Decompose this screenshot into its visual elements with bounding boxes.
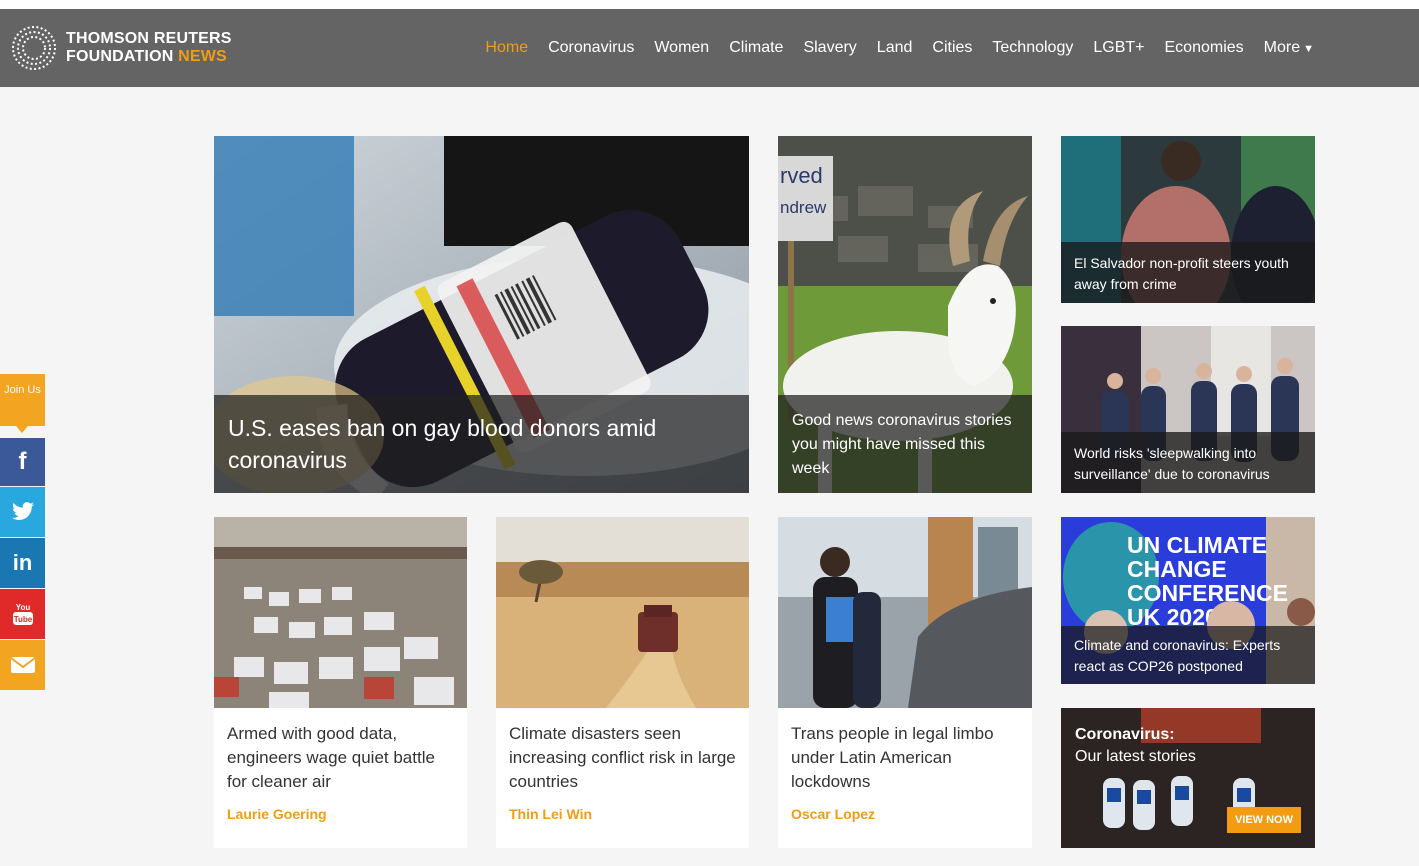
mail-icon (9, 657, 36, 673)
linkedin-button[interactable]: in (0, 538, 45, 588)
top-strip (0, 0, 1419, 9)
cop26-banner-line1: UN CLIMATE (1127, 532, 1267, 558)
logo-line-2: FOUNDATION NEWS (66, 48, 232, 66)
nav-more[interactable]: More ▼ (1264, 39, 1314, 57)
nav-technology[interactable]: Technology (992, 39, 1073, 57)
conflict-story[interactable]: Climate disasters seen increasing confli… (496, 517, 749, 848)
facebook-button[interactable]: f (0, 438, 45, 486)
twitter-icon (11, 502, 34, 520)
trans-author[interactable]: Oscar Lopez (791, 806, 875, 822)
chevron-down-icon: ▼ (1303, 43, 1314, 55)
el-salvador-headline[interactable]: El Salvador non-profit steers youth away… (1061, 242, 1315, 303)
cop26-banner-line3: CONFERENCE (1127, 580, 1288, 606)
hero-story[interactable]: U.S. eases ban on gay blood donors amid … (214, 136, 749, 493)
goat-headline[interactable]: Good news coronavirus stories you might … (778, 395, 1032, 493)
conflict-headline[interactable]: Climate disasters seen increasing confli… (509, 722, 737, 794)
logo-news: NEWS (178, 48, 227, 65)
nav-lgbt[interactable]: LGBT+ (1093, 39, 1144, 57)
twitter-button[interactable] (0, 487, 45, 537)
youtube-icon: You Tube (12, 603, 33, 625)
hero-headline[interactable]: U.S. eases ban on gay blood donors amid … (214, 395, 749, 493)
air-story[interactable]: Armed with good data, engineers wage qui… (214, 517, 467, 848)
nav-more-label: More (1263, 39, 1301, 56)
facebook-icon: f (18, 448, 27, 475)
site-logo[interactable]: THOMSON REUTERS FOUNDATION NEWS (10, 22, 250, 74)
surveillance-story[interactable]: World risks 'sleepwalking into surveilla… (1061, 326, 1315, 493)
nav-home[interactable]: Home (485, 39, 528, 57)
page: THOMSON REUTERS FOUNDATION NEWS Home Cor… (0, 0, 1419, 866)
el-salvador-story[interactable]: El Salvador non-profit steers youth away… (1061, 136, 1315, 303)
air-author[interactable]: Laurie Goering (227, 806, 327, 822)
logo-line-1: THOMSON REUTERS (66, 30, 232, 47)
nav-land[interactable]: Land (877, 39, 913, 57)
logo-foundation: FOUNDATION (66, 48, 179, 65)
conflict-author[interactable]: Thin Lei Win (509, 806, 592, 822)
join-us-tab[interactable]: Join Us (0, 374, 45, 433)
desert-image (496, 517, 749, 708)
nav-climate[interactable]: Climate (729, 39, 783, 57)
nav-coronavirus[interactable]: Coronavirus (548, 39, 634, 57)
cop26-banner-line2: CHANGE (1127, 556, 1227, 582)
linkedin-icon: in (12, 550, 33, 575)
nav-cities[interactable]: Cities (932, 39, 972, 57)
main-nav: Home Coronavirus Women Climate Slavery L… (485, 9, 1314, 87)
trans-headline[interactable]: Trans people in legal limbo under Latin … (791, 722, 1019, 794)
social-sidebar: Join Us f in You Tube (0, 374, 45, 690)
cop26-headline[interactable]: Climate and coronavirus: Experts react a… (1061, 626, 1315, 684)
surveillance-headline[interactable]: World risks 'sleepwalking into surveilla… (1061, 432, 1315, 493)
view-now-button[interactable]: VIEW NOW (1226, 807, 1301, 833)
latest-title-line1: Coronavirus: (1075, 726, 1175, 743)
nav-slavery[interactable]: Slavery (803, 39, 856, 57)
trans-story[interactable]: Trans people in legal limbo under Latin … (778, 517, 1032, 848)
email-button[interactable] (0, 640, 45, 690)
latest-title-line2: Our latest stories (1075, 748, 1196, 765)
youtube-button[interactable]: You Tube (0, 589, 45, 639)
traffic-image (214, 517, 467, 708)
logo-swirl-icon (12, 26, 56, 70)
svg-text:You: You (15, 603, 30, 612)
latest-stories-promo[interactable]: Coronavirus: Our latest stories VIEW NOW (1061, 708, 1315, 848)
logo-wordmark: THOMSON REUTERS FOUNDATION NEWS (66, 30, 232, 66)
air-headline[interactable]: Armed with good data, engineers wage qui… (227, 722, 455, 794)
latest-stories-title: Coronavirus: Our latest stories (1075, 724, 1196, 768)
svg-text:Tube: Tube (13, 615, 32, 624)
checkpoint-image (778, 517, 1032, 708)
site-header: THOMSON REUTERS FOUNDATION NEWS Home Cor… (0, 9, 1419, 87)
nav-women[interactable]: Women (654, 39, 709, 57)
sign-text: rved ndrew (780, 163, 827, 217)
cop26-story[interactable]: UN CLIMATE CHANGE CONFERENCE UK 2020 Cli… (1061, 517, 1315, 684)
goat-story[interactable]: rved ndrew Good news coronavirus stories … (778, 136, 1032, 493)
nav-economies[interactable]: Economies (1165, 39, 1244, 57)
